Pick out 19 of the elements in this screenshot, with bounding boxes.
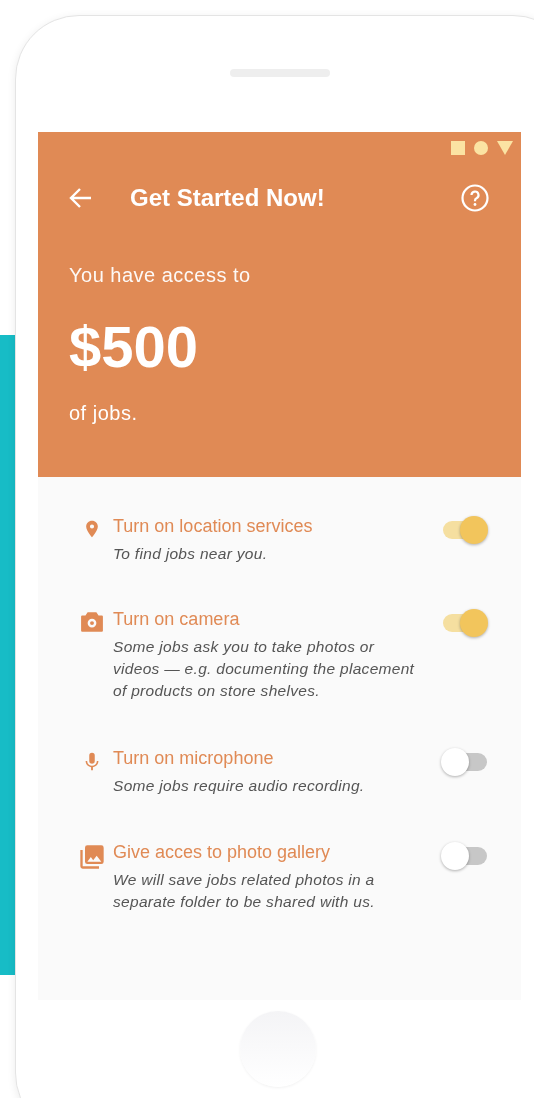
square-icon	[451, 141, 465, 155]
permission-title: Turn on microphone	[113, 747, 275, 769]
permission-title: Turn on location services	[113, 515, 314, 537]
amount-text: $500	[69, 313, 200, 380]
permission-description: Some jobs require audio recording.	[113, 776, 366, 796]
permission-title: Turn on camera	[113, 608, 241, 630]
permission-description: To find jobs near you.	[113, 544, 269, 564]
permission-description: Some jobs ask you to take photos or videos — e.g. documenting the placement of products on store shelves.	[113, 637, 416, 701]
permission-title: Give acces to photo gallery	[113, 841, 332, 863]
help-icon[interactable]	[461, 184, 489, 212]
permission-description: We will save jobs related photos in a separate folder to be shared with us.	[113, 870, 376, 912]
back-arrow-icon[interactable]	[69, 187, 93, 209]
jobs-text: of jobs.	[69, 402, 139, 425]
triangle-icon	[497, 141, 513, 155]
circle-icon	[474, 141, 488, 155]
intro-text: You have access to	[69, 264, 252, 287]
gallery-icon	[77, 843, 107, 871]
screen-title: Get Started Now!	[130, 184, 326, 212]
camera-icon	[78, 610, 106, 634]
